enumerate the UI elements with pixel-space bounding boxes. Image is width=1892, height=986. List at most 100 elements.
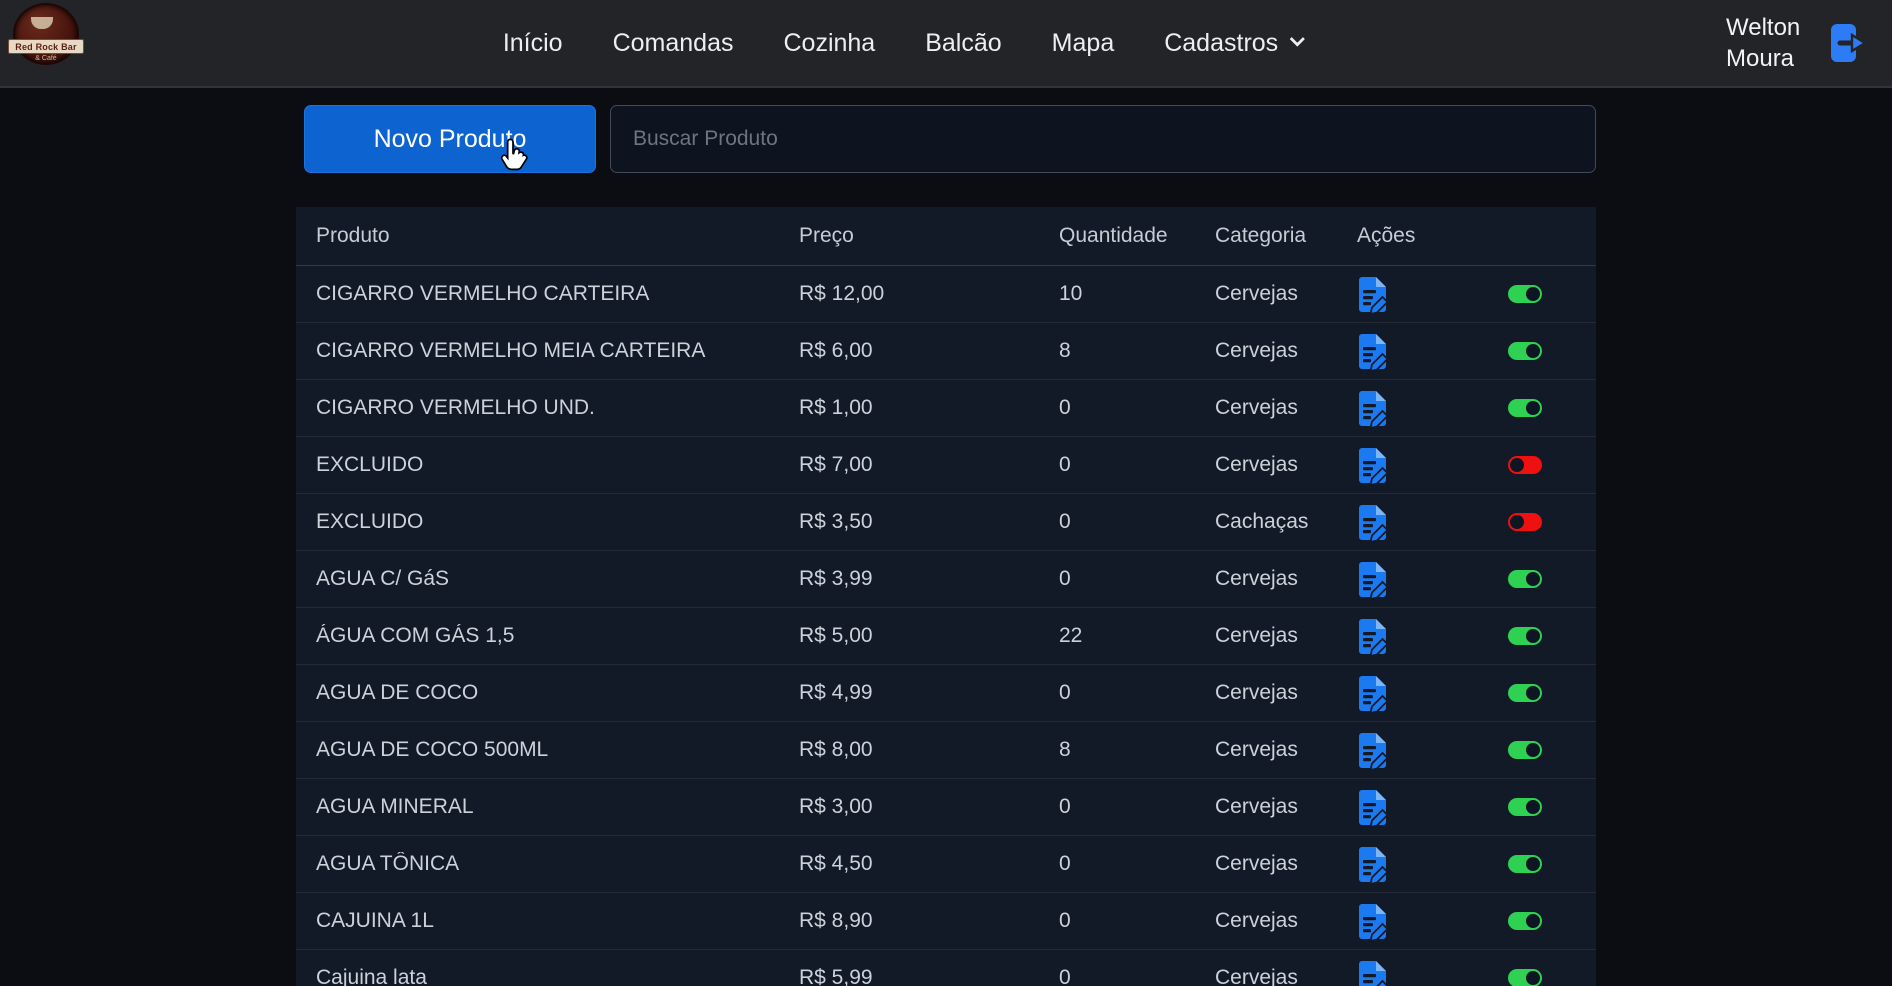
table-row: AGUA DE COCO R$ 4,99 0 Cervejas bbox=[296, 665, 1596, 722]
toolbar: Novo Produto bbox=[296, 105, 1596, 173]
product-quantity: 0 bbox=[1059, 396, 1215, 420]
product-quantity: 0 bbox=[1059, 795, 1215, 819]
product-category: Cervejas bbox=[1215, 396, 1357, 420]
active-toggle[interactable] bbox=[1508, 570, 1542, 588]
product-price: R$ 5,00 bbox=[799, 624, 1059, 648]
product-price: R$ 6,00 bbox=[799, 339, 1059, 363]
search-product-input[interactable] bbox=[610, 105, 1596, 173]
nav-item-cozinha[interactable]: Cozinha bbox=[783, 29, 875, 58]
column-header-quantidade: Quantidade bbox=[1059, 224, 1215, 248]
product-quantity: 8 bbox=[1059, 339, 1215, 363]
table-row: CIGARRO VERMELHO MEIA CARTEIRA R$ 6,00 8… bbox=[296, 323, 1596, 380]
row-actions bbox=[1357, 903, 1596, 940]
product-quantity: 0 bbox=[1059, 909, 1215, 933]
table-row: AGUA DE COCO 500ML R$ 8,00 8 Cervejas bbox=[296, 722, 1596, 779]
product-category: Cervejas bbox=[1215, 339, 1357, 363]
product-price: R$ 7,00 bbox=[799, 453, 1059, 477]
row-actions bbox=[1357, 447, 1596, 484]
active-toggle[interactable] bbox=[1508, 855, 1542, 873]
edit-product-icon[interactable] bbox=[1357, 903, 1391, 940]
product-price: R$ 8,90 bbox=[799, 909, 1059, 933]
product-price: R$ 4,99 bbox=[799, 681, 1059, 705]
table-row: CAJUINA 1L R$ 8,90 0 Cervejas bbox=[296, 893, 1596, 950]
main-content: Novo Produto Produto Preço Quantidade Ca… bbox=[296, 88, 1596, 986]
active-toggle[interactable] bbox=[1508, 513, 1542, 531]
product-category: Cervejas bbox=[1215, 681, 1357, 705]
row-actions bbox=[1357, 561, 1596, 598]
product-quantity: 0 bbox=[1059, 453, 1215, 477]
product-name: CIGARRO VERMELHO UND. bbox=[316, 396, 799, 420]
product-name: EXCLUIDO bbox=[316, 510, 799, 534]
product-price: R$ 12,00 bbox=[799, 282, 1059, 306]
product-name: AGUA TÔNICA bbox=[316, 852, 799, 876]
edit-product-icon[interactable] bbox=[1357, 561, 1391, 598]
product-name: ÁGUA COM GÁS 1,5 bbox=[316, 624, 799, 648]
edit-product-icon[interactable] bbox=[1357, 447, 1391, 484]
product-category: Cervejas bbox=[1215, 624, 1357, 648]
active-toggle[interactable] bbox=[1508, 741, 1542, 759]
column-header-produto: Produto bbox=[316, 224, 799, 248]
row-actions bbox=[1357, 789, 1596, 826]
row-actions bbox=[1357, 675, 1596, 712]
new-product-button[interactable]: Novo Produto bbox=[304, 105, 596, 173]
edit-product-icon[interactable] bbox=[1357, 504, 1391, 541]
edit-product-icon[interactable] bbox=[1357, 618, 1391, 655]
active-toggle[interactable] bbox=[1508, 684, 1542, 702]
edit-product-icon[interactable] bbox=[1357, 789, 1391, 826]
table-row: EXCLUIDO R$ 7,00 0 Cervejas bbox=[296, 437, 1596, 494]
active-toggle[interactable] bbox=[1508, 969, 1542, 986]
product-category: Cervejas bbox=[1215, 852, 1357, 876]
edit-product-icon[interactable] bbox=[1357, 276, 1391, 313]
active-toggle[interactable] bbox=[1508, 399, 1542, 417]
product-quantity: 0 bbox=[1059, 852, 1215, 876]
row-actions bbox=[1357, 618, 1596, 655]
product-category: Cervejas bbox=[1215, 795, 1357, 819]
edit-product-icon[interactable] bbox=[1357, 960, 1391, 986]
nav-item-inicio[interactable]: Início bbox=[503, 29, 563, 58]
nav-item-mapa[interactable]: Mapa bbox=[1052, 29, 1115, 58]
product-price: R$ 3,99 bbox=[799, 567, 1059, 591]
row-actions bbox=[1357, 276, 1596, 313]
brand-logo-banner: Red Rock Bar bbox=[8, 39, 84, 54]
table-row: AGUA C/ GáS R$ 3,99 0 Cervejas bbox=[296, 551, 1596, 608]
table-row: CIGARRO VERMELHO UND. R$ 1,00 0 Cervejas bbox=[296, 380, 1596, 437]
product-price: R$ 3,00 bbox=[799, 795, 1059, 819]
product-quantity: 0 bbox=[1059, 966, 1215, 986]
active-toggle[interactable] bbox=[1508, 285, 1542, 303]
edit-product-icon[interactable] bbox=[1357, 333, 1391, 370]
active-toggle[interactable] bbox=[1508, 342, 1542, 360]
chevron-down-icon bbox=[1290, 31, 1306, 47]
nav-item-balcao[interactable]: Balcão bbox=[925, 29, 1001, 58]
table-row: AGUA MINERAL R$ 3,00 0 Cervejas bbox=[296, 779, 1596, 836]
product-price: R$ 3,50 bbox=[799, 510, 1059, 534]
edit-product-icon[interactable] bbox=[1357, 675, 1391, 712]
brand-logo[interactable]: Red Rock Bar & Café bbox=[13, 3, 79, 65]
edit-product-icon[interactable] bbox=[1357, 846, 1391, 883]
product-quantity: 0 bbox=[1059, 681, 1215, 705]
edit-product-icon[interactable] bbox=[1357, 732, 1391, 769]
edit-product-icon[interactable] bbox=[1357, 390, 1391, 427]
nav-item-cadastros[interactable]: Cadastros bbox=[1164, 29, 1303, 58]
table-row: AGUA TÔNICA R$ 4,50 0 Cervejas bbox=[296, 836, 1596, 893]
table-row: Cajuina lata R$ 5,99 0 Cervejas bbox=[296, 950, 1596, 986]
table-header-row: Produto Preço Quantidade Categoria Ações bbox=[296, 207, 1596, 266]
product-quantity: 0 bbox=[1059, 510, 1215, 534]
products-table: Produto Preço Quantidade Categoria Ações… bbox=[296, 207, 1596, 986]
product-category: Cachaças bbox=[1215, 510, 1357, 534]
active-toggle[interactable] bbox=[1508, 798, 1542, 816]
active-toggle[interactable] bbox=[1508, 912, 1542, 930]
product-category: Cervejas bbox=[1215, 453, 1357, 477]
nav-item-comandas[interactable]: Comandas bbox=[613, 29, 734, 58]
active-toggle[interactable] bbox=[1508, 627, 1542, 645]
active-toggle[interactable] bbox=[1508, 456, 1542, 474]
product-name: AGUA DE COCO 500ML bbox=[316, 738, 799, 762]
product-quantity: 8 bbox=[1059, 738, 1215, 762]
logout-icon[interactable] bbox=[1828, 20, 1870, 66]
product-name: CIGARRO VERMELHO MEIA CARTEIRA bbox=[316, 339, 799, 363]
row-actions bbox=[1357, 504, 1596, 541]
table-row: EXCLUIDO R$ 3,50 0 Cachaças bbox=[296, 494, 1596, 551]
product-name: AGUA C/ GáS bbox=[316, 567, 799, 591]
product-quantity: 0 bbox=[1059, 567, 1215, 591]
top-navbar: Red Rock Bar & Café Início Comandas Cozi… bbox=[0, 0, 1892, 88]
product-category: Cervejas bbox=[1215, 567, 1357, 591]
